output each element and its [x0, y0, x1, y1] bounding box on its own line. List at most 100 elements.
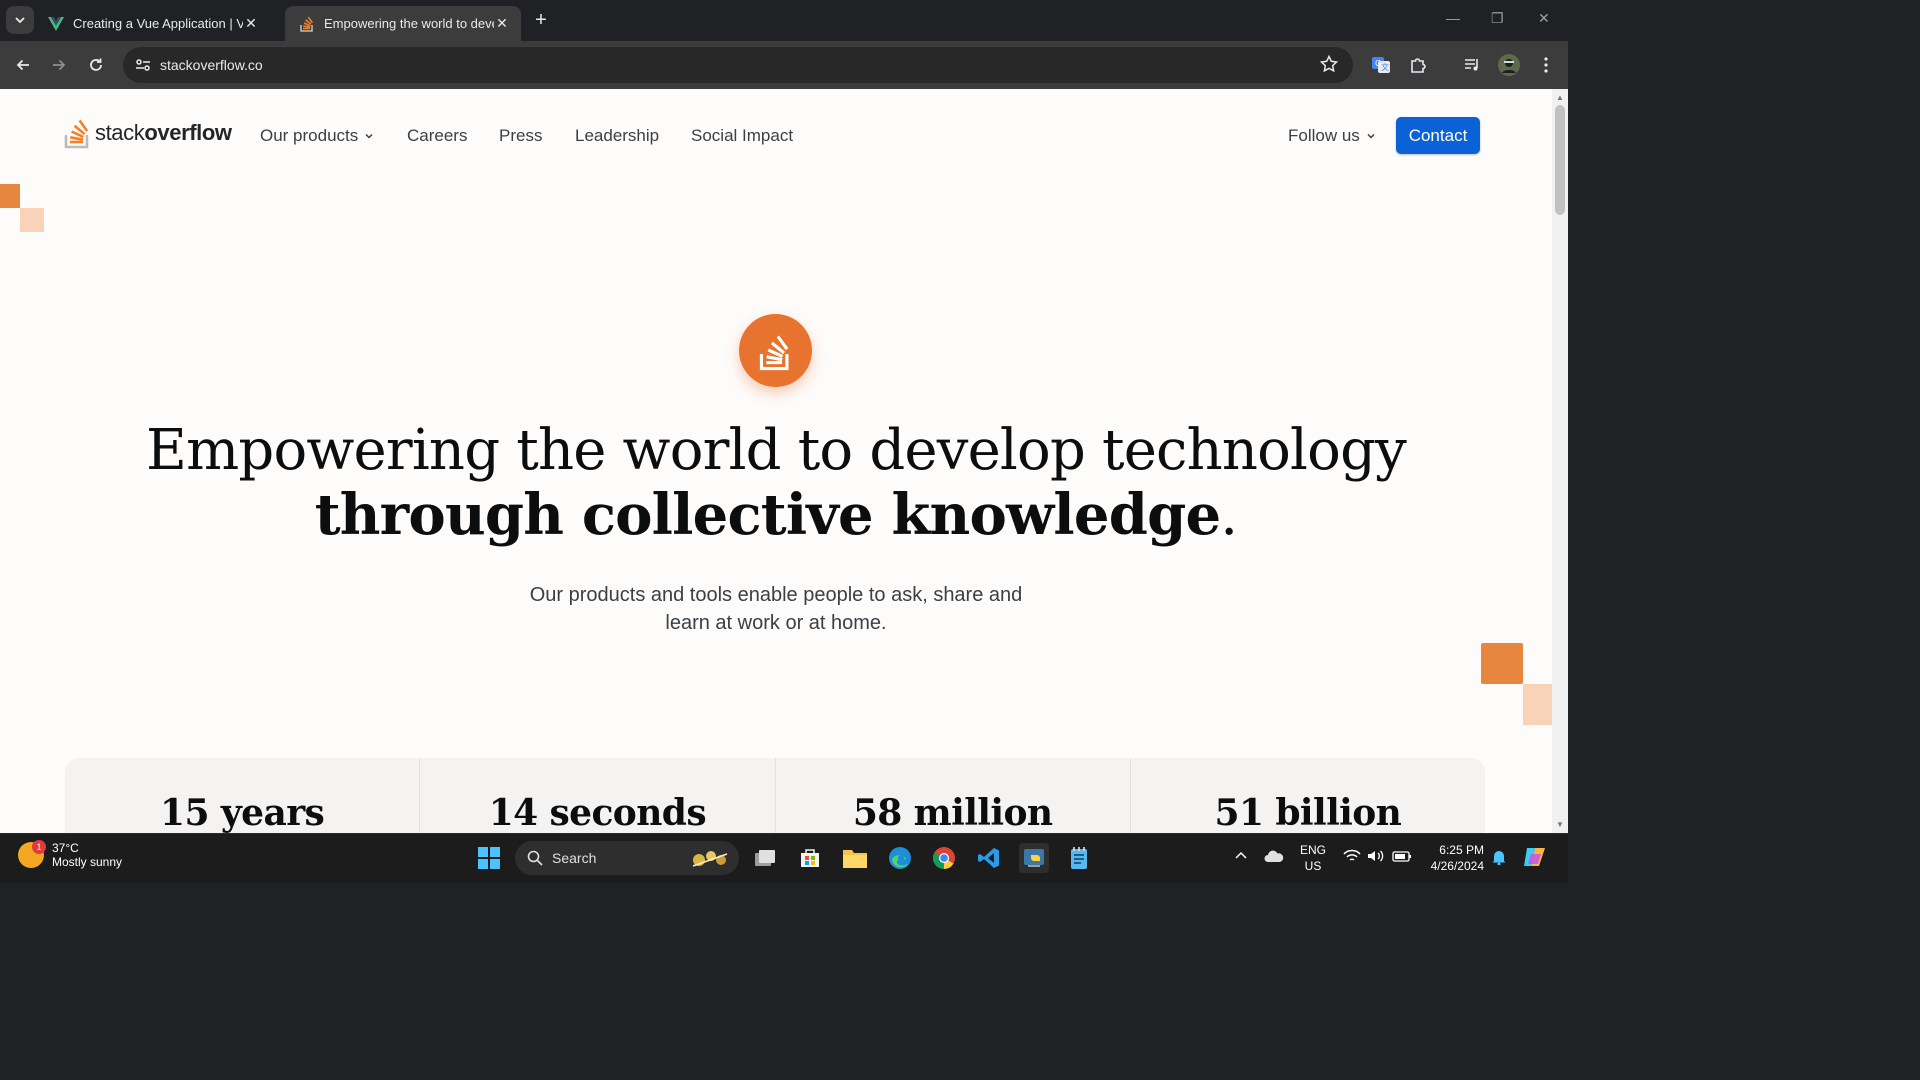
stackoverflow-logo[interactable]: stackoverflow	[64, 116, 232, 149]
forward-icon[interactable]	[47, 53, 71, 77]
tab-title: Empowering the world to develop technolo…	[324, 16, 494, 31]
bookmark-star-icon[interactable]	[1319, 54, 1339, 79]
search-highlight-icon	[692, 851, 728, 867]
nav-our-products[interactable]: Our products	[260, 126, 374, 146]
windows-taskbar: 1 37°C Mostly sunny Search ENG US 6:25 P…	[0, 833, 1568, 883]
logo-text-light: stack	[95, 119, 145, 145]
page-viewport: stackoverflow Our products Careers Press…	[0, 89, 1552, 833]
stat-value: 15 years	[160, 792, 325, 833]
windows-start-icon[interactable]	[474, 843, 504, 873]
weather-temp: 37°C	[52, 841, 79, 855]
hero-subtitle-line2: learn at work or at home.	[665, 612, 887, 634]
show-hidden-icons-icon[interactable]	[1234, 849, 1248, 866]
stat-item: 51 billion	[1131, 758, 1485, 833]
lang-bottom: US	[1304, 859, 1322, 873]
hero-subtitle-line1: Our products and tools enable people to …	[529, 584, 1023, 606]
battery-icon[interactable]	[1392, 849, 1412, 866]
hero-title: Empowering the world to develop technolo…	[0, 419, 1552, 548]
tab-strip: Creating a Vue Application | Vue.js ✕ Em…	[0, 0, 1568, 41]
clock[interactable]: 6:25 PM 4/26/2024	[1426, 842, 1484, 874]
vscode-icon[interactable]	[974, 843, 1004, 873]
search-placeholder: Search	[552, 850, 597, 866]
google-translate-icon[interactable]: G文	[1369, 53, 1393, 77]
weather-desc: Mostly sunny	[52, 855, 123, 869]
chrome-icon[interactable]	[929, 843, 959, 873]
onedrive-icon[interactable]	[1264, 849, 1284, 866]
close-tab-icon[interactable]: ✕	[494, 15, 510, 32]
tab-title: Creating a Vue Application | Vue.js	[73, 16, 243, 31]
new-tab-button[interactable]: +	[530, 9, 552, 31]
media-controls-icon[interactable]	[1460, 53, 1484, 77]
stat-item: 15 years	[65, 758, 421, 833]
stats-panel: 15 years 14 seconds 58 million 51 billio…	[65, 758, 1485, 833]
edge-icon[interactable]	[885, 843, 915, 873]
scrollbar-thumb[interactable]	[1555, 105, 1565, 215]
stat-value: 51 billion	[1214, 792, 1402, 833]
url-text: stackoverflow.co	[160, 57, 263, 73]
decor-square	[20, 208, 44, 232]
tab-search-button[interactable]	[6, 6, 34, 34]
back-icon[interactable]	[11, 53, 35, 77]
page-scrollbar[interactable]: ▲ ▼	[1552, 89, 1568, 833]
profile-avatar[interactable]	[1497, 53, 1521, 77]
nav-careers[interactable]: Careers	[407, 126, 467, 146]
stat-value: 14 seconds	[488, 792, 707, 833]
decor-square	[0, 184, 20, 208]
stat-item: 14 seconds	[420, 758, 776, 833]
close-window-icon[interactable]: ✕	[1538, 10, 1550, 27]
nav-label: Social Impact	[691, 126, 794, 145]
stack-logo-icon	[64, 119, 89, 149]
decor-square	[1523, 684, 1552, 725]
clock-date: 4/26/2024	[1430, 859, 1484, 873]
chevron-down-icon	[15, 17, 25, 24]
clock-time: 6:25 PM	[1439, 843, 1484, 857]
decor-square	[1481, 643, 1523, 684]
chevron-down-icon	[1367, 133, 1375, 139]
address-bar[interactable]: stackoverflow.co	[123, 47, 1353, 83]
copilot-icon[interactable]	[1522, 846, 1548, 871]
hero-subtitle: Our products and tools enable people to …	[0, 581, 1552, 637]
svg-text:文: 文	[1381, 62, 1389, 72]
volume-icon[interactable]	[1367, 849, 1385, 866]
close-tab-icon[interactable]: ✕	[243, 15, 259, 32]
tab-vue[interactable]: Creating a Vue Application | Vue.js ✕	[34, 6, 282, 41]
hero-title-line2: through collective knowledge	[314, 482, 1221, 548]
chevron-down-icon	[365, 133, 373, 139]
follow-us-dropdown[interactable]: Follow us	[1288, 126, 1376, 146]
scroll-up-icon[interactable]: ▲	[1556, 93, 1564, 102]
sunny-icon: 1	[18, 840, 46, 868]
scroll-down-icon[interactable]: ▼	[1556, 820, 1564, 829]
input-language[interactable]: ENG US	[1300, 842, 1326, 874]
nav-label: Careers	[407, 126, 468, 145]
nav-social-impact[interactable]: Social Impact	[691, 126, 793, 146]
wifi-icon[interactable]	[1343, 849, 1361, 866]
taskbar-search[interactable]: Search	[515, 841, 739, 875]
microsoft-store-icon[interactable]	[795, 843, 825, 873]
notification-bell-icon[interactable]	[1491, 849, 1507, 868]
follow-label: Follow us	[1288, 126, 1360, 145]
python-app-icon[interactable]	[1019, 843, 1049, 873]
nav-label: Our products	[260, 126, 359, 145]
lang-top: ENG	[1300, 843, 1327, 857]
notepad-icon[interactable]	[1064, 843, 1094, 873]
extensions-icon[interactable]	[1406, 53, 1430, 77]
nav-press[interactable]: Press	[499, 126, 542, 146]
menu-kebab-icon[interactable]	[1534, 53, 1558, 77]
browser-toolbar: stackoverflow.co G文	[0, 41, 1568, 89]
restore-icon[interactable]: ❐	[1491, 10, 1504, 27]
tab-stackoverflow[interactable]: Empowering the world to develop technolo…	[285, 6, 521, 41]
stack-hero-icon	[739, 314, 812, 387]
nav-label: Press	[499, 126, 543, 145]
weather-widget[interactable]: 1 37°C Mostly sunny	[18, 840, 123, 869]
reload-icon[interactable]	[84, 53, 108, 77]
minimize-icon[interactable]: —	[1446, 10, 1460, 26]
stat-item: 58 million	[776, 758, 1131, 833]
task-view-icon[interactable]	[750, 843, 780, 873]
vue-logo-icon	[48, 16, 64, 32]
nav-leadership[interactable]: Leadership	[575, 126, 659, 146]
hero-title-line1: Empowering the world to develop technolo…	[146, 418, 1407, 483]
site-info-icon[interactable]	[131, 53, 155, 77]
contact-button[interactable]: Contact	[1396, 117, 1480, 154]
logo-text-bold: overflow	[144, 119, 232, 145]
file-explorer-icon[interactable]	[840, 843, 870, 873]
